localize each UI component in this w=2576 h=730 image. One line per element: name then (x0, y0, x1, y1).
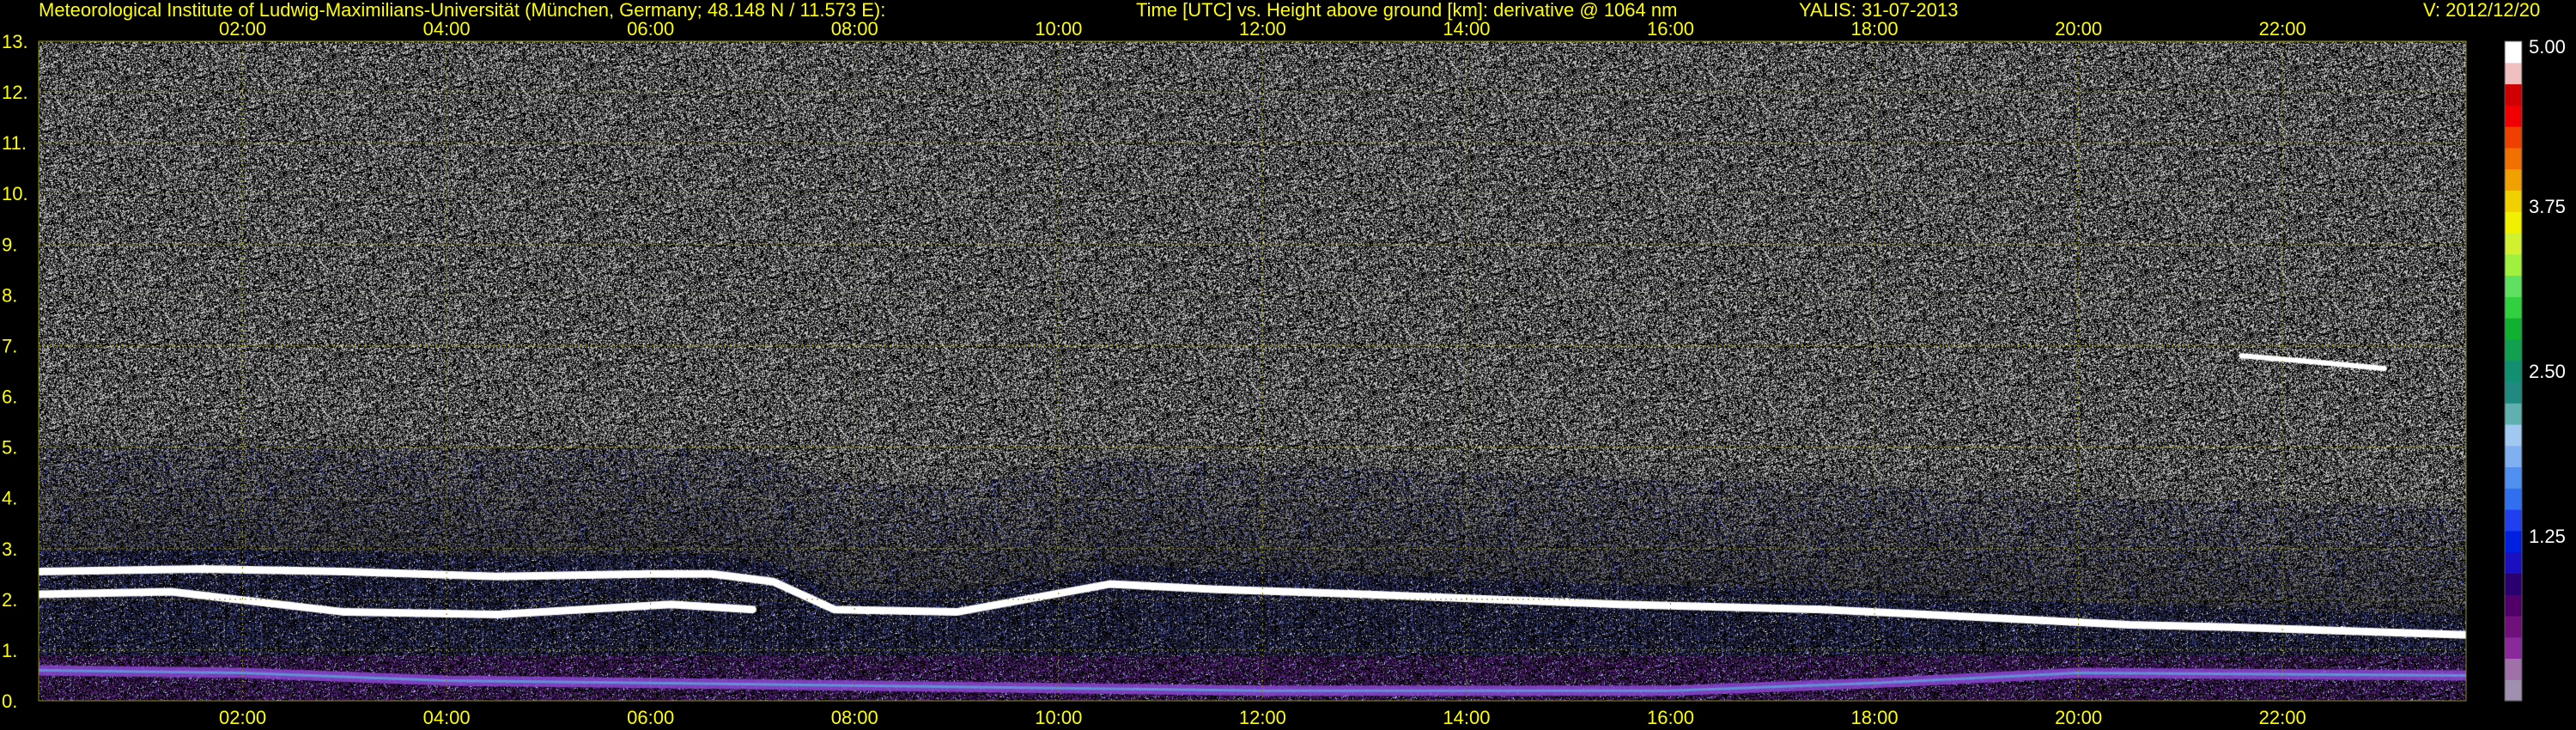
x-tick-label: 16:00 (1647, 707, 1694, 728)
x-tick-label-top: 08:00 (831, 18, 878, 40)
y-tick-label: 9. (2, 234, 17, 255)
x-tick-label-top: 10:00 (1035, 18, 1082, 40)
colorbar-segment (2505, 190, 2522, 212)
colorbar-segment (2505, 360, 2522, 382)
colorbar-segment (2505, 105, 2522, 127)
colorbar-segment (2505, 615, 2522, 638)
colorbar-segment (2505, 403, 2522, 425)
x-tick-label-top: 14:00 (1443, 18, 1490, 40)
x-tick-label: 18:00 (1851, 707, 1899, 728)
x-tick-label: 08:00 (831, 707, 878, 728)
lidar-chart: 02:00 02:00 04:00 04:00 06:00 06:00 08:00 08:00… (2, 18, 2566, 728)
plot-frame (38, 40, 2467, 702)
y-tick-label: 0. (2, 690, 17, 712)
x-tick-label-top: 22:00 (2259, 18, 2306, 40)
colorbar-tick-label: 5.00 (2529, 36, 2566, 58)
colorbar-segment (2505, 211, 2522, 234)
x-tick-label-top: 02:00 (219, 18, 266, 40)
colorbar-segment (2505, 126, 2522, 149)
colorbar-segment (2505, 423, 2522, 447)
colorbar-segment (2505, 147, 2522, 170)
colorbar-segment (2505, 445, 2522, 468)
colorbar-segment (2505, 232, 2522, 255)
x-tick-label-top: 06:00 (627, 18, 674, 40)
y-tick-label: 2. (2, 589, 17, 611)
colorbar-segment (2505, 594, 2522, 617)
colorbar-segment (2505, 636, 2522, 660)
x-tick-label: 22:00 (2259, 707, 2306, 728)
y-tick-label: 13. (2, 31, 28, 52)
x-tick-label: 14:00 (1443, 707, 1490, 728)
x-tick-label: 02:00 (219, 707, 266, 728)
x-tick-label-top: 04:00 (423, 18, 471, 40)
x-tick-label-top: 16:00 (1647, 18, 1694, 40)
x-tick-label-top: 18:00 (1851, 18, 1899, 40)
x-tick-label: 10:00 (1035, 707, 1082, 728)
x-tick-label-top: 12:00 (1239, 18, 1286, 40)
x-tick-label: 20:00 (2055, 707, 2102, 728)
x-tick-label-top: 20:00 (2055, 18, 2102, 40)
colorbar-tick-label: 1.25 (2529, 526, 2566, 547)
y-tick-label: 12. (2, 82, 28, 103)
y-tick-label: 11. (2, 132, 27, 154)
colorbar-segment (2505, 530, 2522, 553)
x-tick-label: 06:00 (627, 707, 674, 728)
colorbar-segment (2505, 41, 2522, 64)
colorbar-tick-label: 3.75 (2529, 196, 2566, 217)
colorbar-segment (2505, 488, 2522, 510)
x-tick-label: 12:00 (1239, 707, 1286, 728)
y-tick-label: 4. (2, 488, 17, 509)
colorbar-segment (2505, 83, 2522, 106)
colorbar-segment (2505, 381, 2522, 404)
y-tick-label: 6. (2, 386, 17, 408)
colorbar-segment (2505, 509, 2522, 532)
colorbar-segment (2505, 318, 2522, 340)
colorbar-segment (2505, 275, 2522, 297)
colorbar-segment (2505, 573, 2522, 595)
y-tick-label: 7. (2, 335, 17, 356)
y-tick-label: 3. (2, 538, 17, 560)
colorbar-segment (2505, 296, 2522, 319)
colorbar-segment (2505, 253, 2522, 277)
y-tick-label: 5. (2, 437, 17, 459)
x-tick-label: 04:00 (423, 707, 471, 728)
colorbar-segment (2505, 168, 2522, 192)
colorbar-segment (2505, 466, 2522, 489)
y-tick-label: 10. (2, 183, 28, 204)
colorbar-segment (2505, 551, 2522, 574)
y-tick-label: 8. (2, 284, 17, 306)
y-tick-label: 1. (2, 640, 17, 661)
colorbar-segment (2505, 679, 2522, 702)
colorbar-tick-label: 2.50 (2529, 361, 2566, 382)
colorbar-segment (2505, 338, 2522, 362)
colorbar-segment (2505, 62, 2522, 85)
colorbar-segment (2505, 658, 2522, 680)
